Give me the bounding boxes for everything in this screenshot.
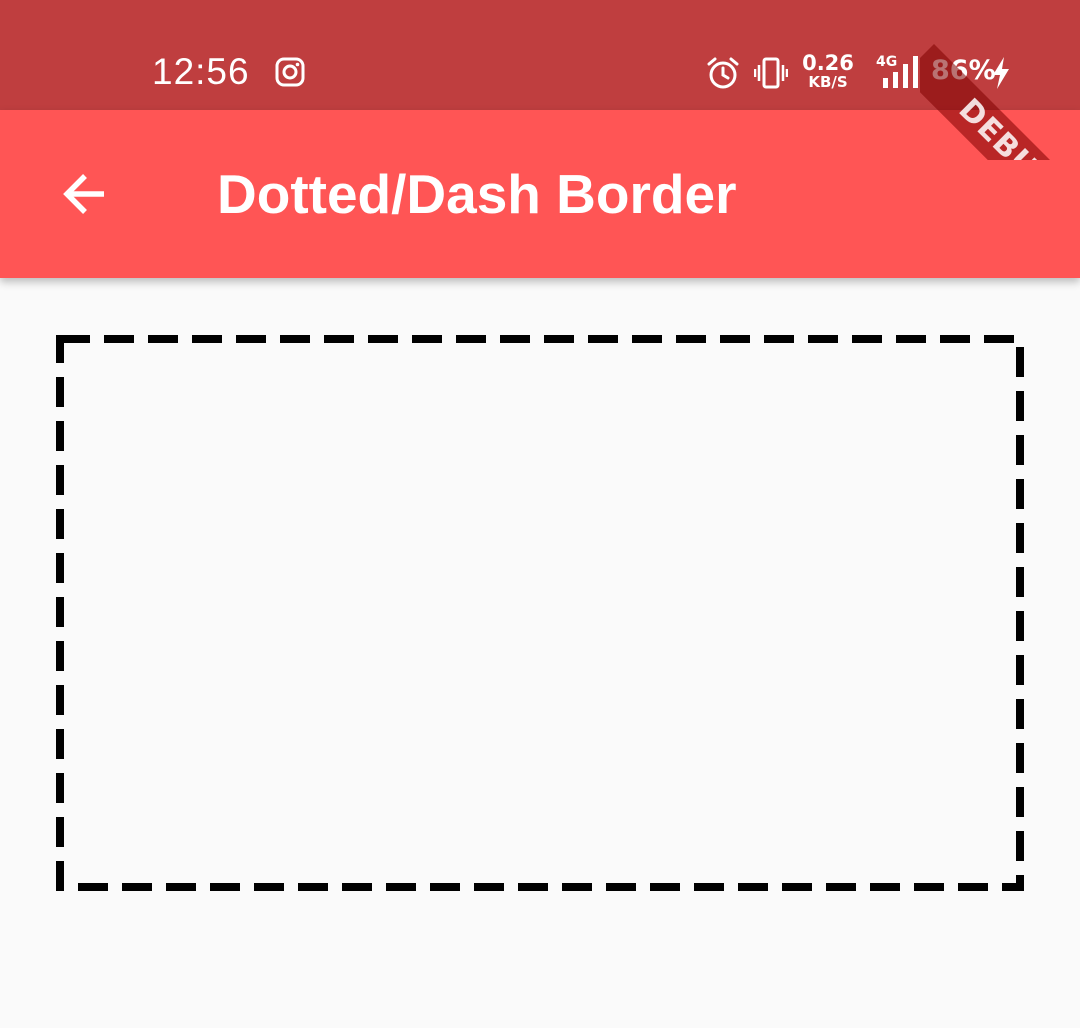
- network-speed-value: 0.26: [802, 51, 854, 75]
- content-area: [0, 278, 1080, 1028]
- network-speed: 0.26 KB/S: [800, 52, 856, 90]
- back-button[interactable]: [40, 154, 128, 234]
- alarm-icon: [707, 57, 739, 89]
- network-speed-unit: KB/S: [808, 73, 848, 91]
- arrow-back-icon: [63, 174, 104, 214]
- status-time: 12:56: [152, 51, 250, 92]
- page-title: Dotted/Dash Border: [217, 163, 737, 225]
- instagram-icon: [275, 57, 305, 87]
- charging-bolt-icon: [993, 57, 1009, 89]
- app-bar: Dotted/Dash Border: [0, 110, 1080, 278]
- dashed-border-box: [56, 335, 1024, 891]
- signal-indicator: 4G: [866, 54, 924, 88]
- signal-icon: [883, 56, 918, 88]
- vibrate-icon: [754, 57, 788, 89]
- battery-percent: 86%: [931, 55, 996, 86]
- status-bar: 12:56 0.26 KB/S 4G 86%: [0, 0, 1080, 110]
- screen: 12:56 0.26 KB/S 4G 86% Dotted/Dash Borde…: [0, 0, 1080, 1028]
